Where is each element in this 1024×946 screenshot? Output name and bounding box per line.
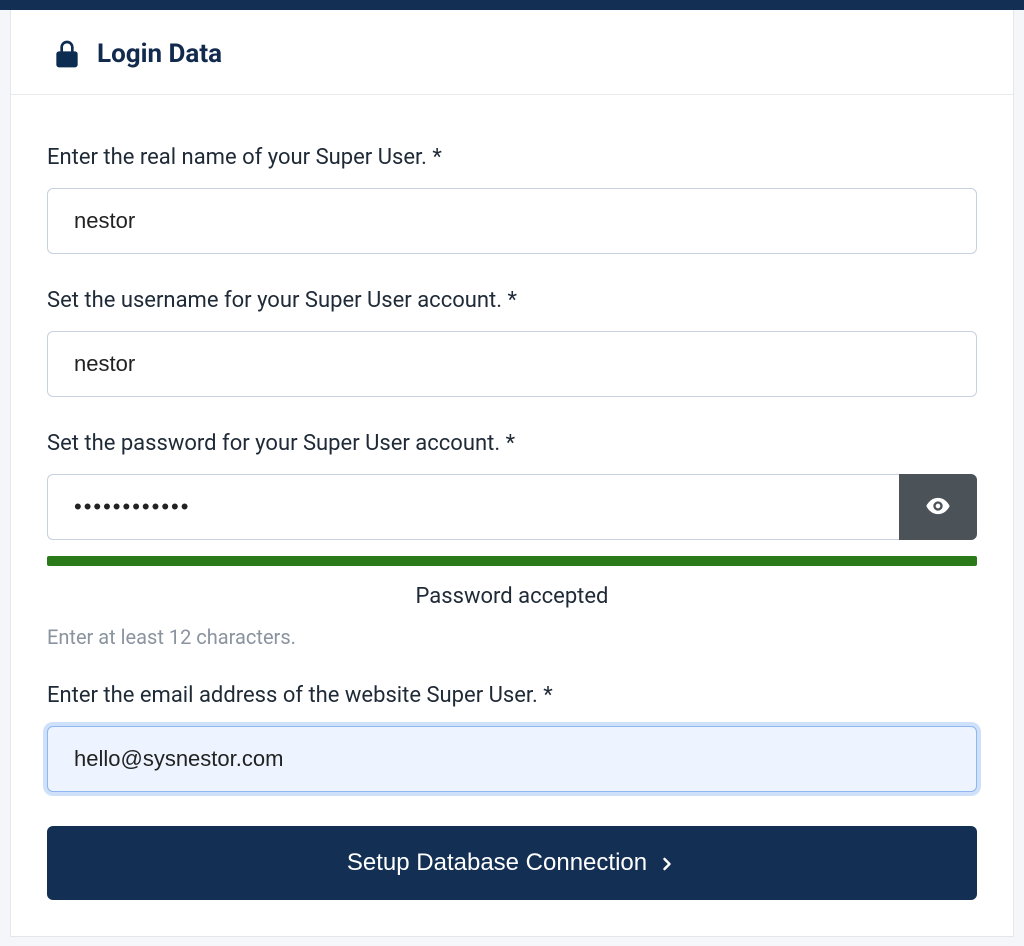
username-group: Set the username for your Super User acc… <box>47 288 977 397</box>
password-input[interactable] <box>47 474 899 540</box>
username-input[interactable] <box>47 331 977 397</box>
chevron-right-icon <box>657 853 677 873</box>
submit-button-label: Setup Database Connection <box>347 849 647 877</box>
lock-icon <box>51 38 83 70</box>
form-area: Enter the real name of your Super User. … <box>11 95 1013 936</box>
password-hint: Enter at least 12 characters. <box>47 625 977 649</box>
realname-label: Enter the real name of your Super User. … <box>47 145 977 170</box>
username-label: Set the username for your Super User acc… <box>47 288 977 313</box>
card-header: Login Data <box>11 10 1013 95</box>
eye-icon <box>924 492 952 523</box>
password-label: Set the password for your Super User acc… <box>47 431 977 456</box>
top-bar <box>0 0 1024 10</box>
password-row <box>47 474 977 540</box>
realname-input[interactable] <box>47 188 977 254</box>
password-group: Set the password for your Super User acc… <box>47 431 977 649</box>
email-input[interactable] <box>47 726 977 792</box>
password-status: Password accepted <box>47 584 977 609</box>
realname-group: Enter the real name of your Super User. … <box>47 145 977 254</box>
email-label: Enter the email address of the website S… <box>47 683 977 708</box>
toggle-password-button[interactable] <box>899 474 977 540</box>
email-group: Enter the email address of the website S… <box>47 683 977 792</box>
section-title: Login Data <box>97 39 222 69</box>
login-card: Login Data Enter the real name of your S… <box>10 10 1014 937</box>
setup-database-button[interactable]: Setup Database Connection <box>47 826 977 900</box>
password-strength-bar <box>47 556 977 566</box>
